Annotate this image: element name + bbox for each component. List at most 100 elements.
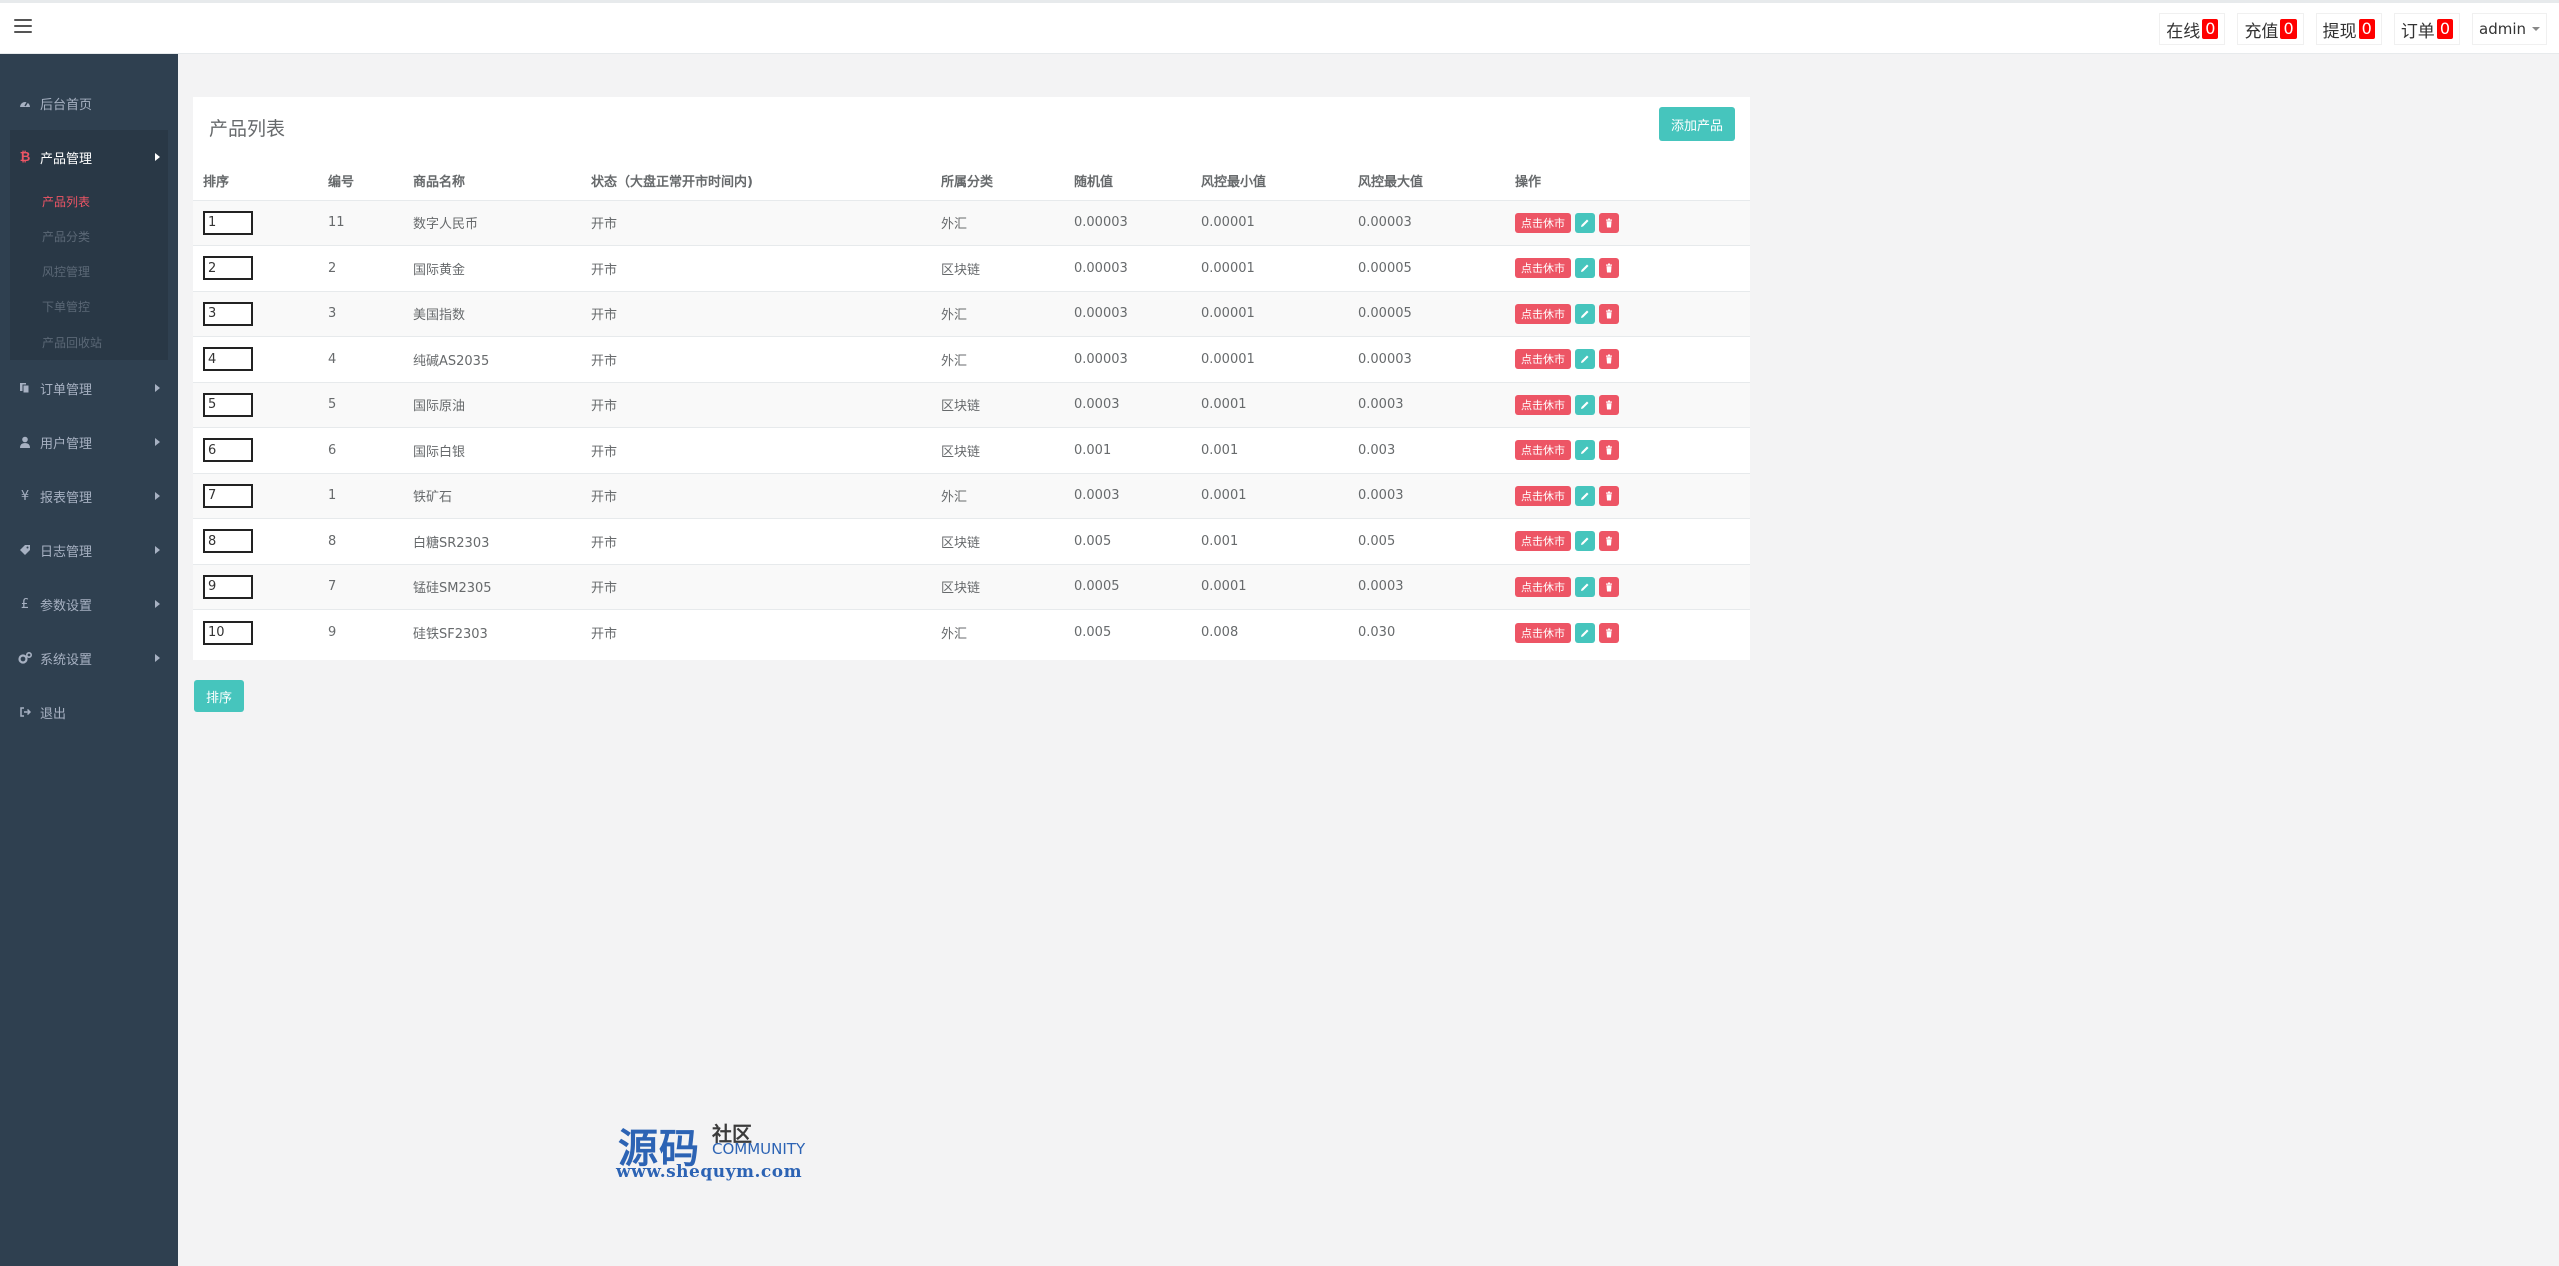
chevron-right-icon (155, 384, 160, 392)
sidebar-item-params[interactable]: £ 参数设置 (0, 577, 178, 631)
edit-button[interactable] (1575, 485, 1595, 506)
sidebar-subitem-product-list[interactable]: 产品列表 (10, 184, 168, 219)
sort-order-input[interactable] (203, 620, 253, 645)
close-market-button[interactable]: 点击休市 (1515, 212, 1571, 233)
edit-button[interactable] (1575, 440, 1595, 461)
close-market-button[interactable]: 点击休市 (1515, 576, 1571, 597)
close-market-button[interactable]: 点击休市 (1515, 531, 1571, 552)
delete-button[interactable] (1599, 303, 1619, 324)
actions-cell: 点击休市 (1505, 336, 1750, 382)
edit-button[interactable] (1575, 531, 1595, 552)
orders-stat[interactable]: 订单 0 (2393, 13, 2460, 45)
risk-max-value: 0.00003 (1348, 336, 1505, 382)
col-risk-min: 风控最小值 (1191, 162, 1348, 201)
admin-dropdown[interactable]: admin (2472, 13, 2547, 45)
product-status: 开市 (581, 472, 931, 519)
pencil-icon (1581, 310, 1589, 318)
close-market-button[interactable]: 点击休市 (1515, 258, 1571, 279)
sidebar-item-products[interactable]: ₿ 产品管理 (10, 130, 168, 184)
delete-button[interactable] (1599, 394, 1619, 415)
row-actions: 点击休市 (1515, 622, 1749, 643)
actions-cell: 点击休市 (1505, 245, 1750, 291)
delete-button[interactable] (1599, 622, 1619, 643)
sidebar-subitem-risk-control[interactable]: 风控管理 (10, 254, 168, 289)
product-status: 开市 (581, 563, 931, 610)
product-name: 国际黄金 (403, 245, 581, 291)
product-id: 7 (318, 563, 403, 610)
delete-button[interactable] (1599, 440, 1619, 461)
sort-order-input[interactable] (203, 256, 253, 281)
actions-cell: 点击休市 (1505, 563, 1750, 610)
close-market-button[interactable]: 点击休市 (1515, 485, 1571, 506)
close-market-button[interactable]: 点击休市 (1515, 440, 1571, 461)
delete-button[interactable] (1599, 212, 1619, 233)
close-market-button[interactable]: 点击休市 (1515, 303, 1571, 324)
delete-button[interactable] (1599, 485, 1619, 506)
sidebar-item-label: 退出 (40, 706, 67, 722)
row-actions: 点击休市 (1515, 258, 1749, 279)
watermark-logo: 源码 社区 COMMUNITY www.shequym.com (616, 1116, 816, 1186)
product-id: 4 (318, 336, 403, 382)
product-table: 排序 编号 商品名称 状态（大盘正常开市时间内) 所属分类 随机值 风控最小值 … (193, 162, 1750, 655)
sort-order-input[interactable] (203, 301, 253, 326)
actions-cell: 点击休市 (1505, 609, 1750, 655)
edit-button[interactable] (1575, 349, 1595, 370)
product-id: 3 (318, 290, 403, 337)
sidebar-subitem-product-category[interactable]: 产品分类 (10, 219, 168, 254)
sidebar-item-dashboard[interactable]: 后台首页 (0, 76, 178, 130)
product-status: 开市 (581, 245, 931, 291)
add-product-button[interactable]: 添加产品 (1658, 107, 1735, 141)
close-market-button[interactable]: 点击休市 (1515, 349, 1571, 370)
table-row: 5国际原油开市区块链0.00030.00010.0003点击休市 (193, 381, 1750, 428)
sidebar-item-reports[interactable]: ¥ 报表管理 (0, 469, 178, 523)
col-id: 编号 (318, 162, 403, 201)
sort-order-input[interactable] (203, 438, 253, 463)
risk-max-value: 0.0003 (1348, 472, 1505, 519)
withdraw-stat[interactable]: 提现 0 (2315, 13, 2382, 45)
sidebar-item-logs[interactable]: 日志管理 (0, 523, 178, 577)
delete-button[interactable] (1599, 531, 1619, 552)
edit-button[interactable] (1575, 303, 1595, 324)
recharge-label: 充值 (2244, 21, 2279, 42)
actions-cell: 点击休市 (1505, 472, 1750, 519)
menu-toggle-icon[interactable] (14, 19, 32, 35)
sort-order-input[interactable] (203, 529, 253, 554)
table-row: 4纯碱AS2035开市外汇0.000030.000010.00003点击休市 (193, 336, 1750, 382)
sort-order-input[interactable] (203, 347, 253, 372)
sort-order-input[interactable] (203, 574, 253, 599)
risk-min-value: 0.00001 (1191, 245, 1348, 291)
sidebar-subitem-order-control[interactable]: 下单管控 (10, 289, 168, 324)
delete-button[interactable] (1599, 576, 1619, 597)
sort-button[interactable]: 排序 (194, 680, 245, 712)
sidebar-item-system[interactable]: 系统设置 (0, 631, 178, 685)
sort-order-input[interactable] (203, 392, 253, 417)
delete-button[interactable] (1599, 258, 1619, 279)
row-actions: 点击休市 (1515, 440, 1749, 461)
product-category: 区块链 (931, 518, 1064, 564)
edit-button[interactable] (1575, 576, 1595, 597)
delete-button[interactable] (1599, 349, 1619, 370)
sidebar-item-logout[interactable]: 退出 (0, 685, 178, 739)
close-market-button[interactable]: 点击休市 (1515, 622, 1571, 643)
sort-order-input[interactable] (203, 210, 253, 235)
close-market-button[interactable]: 点击休市 (1515, 394, 1571, 415)
sidebar-item-users[interactable]: 用户管理 (0, 415, 178, 469)
actions-cell: 点击休市 (1505, 199, 1750, 246)
sort-order-input[interactable] (203, 483, 253, 508)
sidebar-item-label: 用户管理 (40, 436, 93, 452)
sidebar-subitem-recycle-bin[interactable]: 产品回收站 (10, 324, 168, 360)
sidebar-item-orders[interactable]: 订单管理 (0, 361, 178, 415)
recharge-stat[interactable]: 充值 0 (2237, 13, 2304, 45)
edit-button[interactable] (1575, 622, 1595, 643)
edit-button[interactable] (1575, 394, 1595, 415)
edit-button[interactable] (1575, 212, 1595, 233)
sidebar-item-label: 产品管理 (40, 151, 93, 167)
product-name: 铁矿石 (403, 472, 581, 519)
edit-button[interactable] (1575, 258, 1595, 279)
sidebar-item-label: 后台首页 (40, 97, 93, 113)
product-status: 开市 (581, 518, 931, 564)
yen-icon: ¥ (20, 488, 30, 504)
risk-min-value: 0.001 (1191, 518, 1348, 564)
online-stat[interactable]: 在线 0 (2159, 13, 2226, 45)
product-name: 白糖SR2303 (403, 518, 581, 564)
